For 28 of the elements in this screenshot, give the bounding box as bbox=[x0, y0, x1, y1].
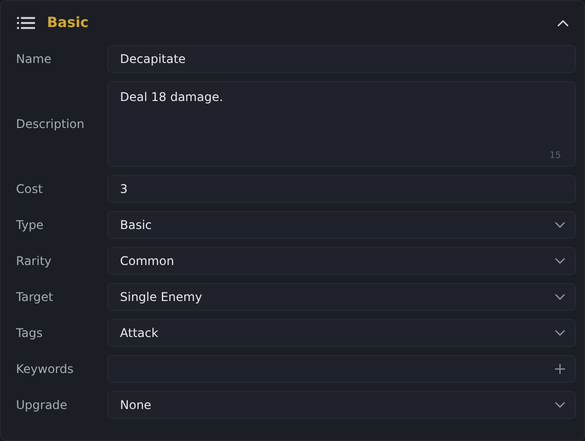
text-area[interactable]: Deal 18 damage. 15 bbox=[107, 81, 576, 167]
character-count: 15 bbox=[550, 151, 561, 161]
input-field[interactable]: Decapitate bbox=[107, 45, 576, 73]
field-label: Rarity bbox=[16, 254, 53, 268]
dropdown[interactable]: Common bbox=[107, 247, 576, 275]
field-label: Cost bbox=[16, 182, 44, 196]
field-label: Upgrade bbox=[16, 398, 68, 412]
field-label: Name bbox=[16, 52, 52, 66]
list-icon bbox=[17, 16, 35, 30]
field-label: Description bbox=[16, 117, 86, 131]
chevron-down-icon bbox=[555, 330, 565, 336]
dropdown[interactable]: Single Enemy bbox=[107, 283, 576, 311]
chevron-down-icon bbox=[555, 294, 565, 300]
chevron-down-icon bbox=[555, 402, 565, 408]
field-label: Keywords bbox=[16, 362, 75, 376]
field-label: Tags bbox=[16, 326, 44, 340]
chevron-down-icon bbox=[555, 222, 565, 228]
dropdown[interactable]: None bbox=[107, 391, 576, 419]
chevron-up-icon bbox=[557, 18, 569, 28]
section-title: Basic bbox=[47, 15, 90, 31]
dropdown[interactable]: Attack bbox=[107, 319, 576, 347]
input-field[interactable]: 3 bbox=[107, 175, 576, 203]
dropdown[interactable]: Basic bbox=[107, 211, 576, 239]
tag-field[interactable] bbox=[107, 355, 576, 383]
field-label: Target bbox=[16, 290, 54, 304]
plus-icon bbox=[555, 364, 565, 374]
field-label: Type bbox=[16, 218, 45, 232]
chevron-down-icon bbox=[555, 258, 565, 264]
